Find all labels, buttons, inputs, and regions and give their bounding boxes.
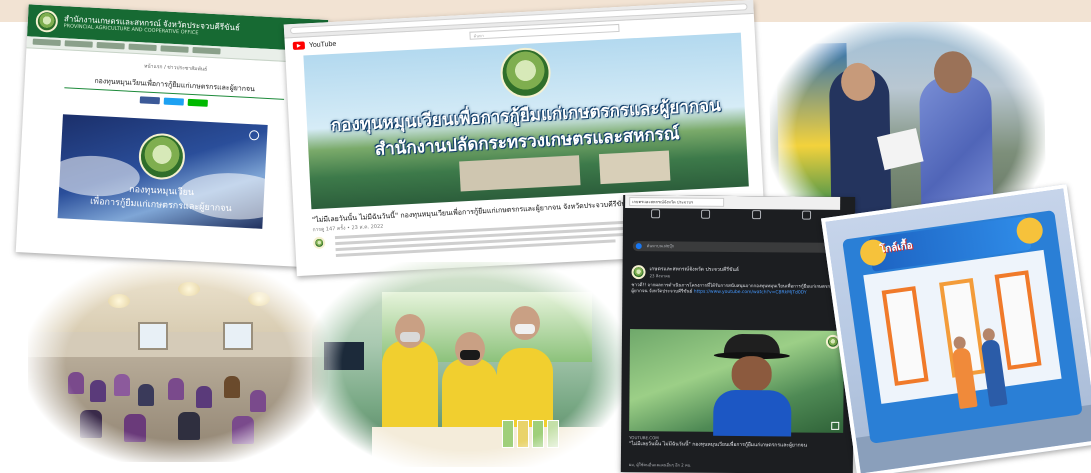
post-date: 23 สิงหาคม [649, 273, 671, 279]
fund-seal-icon [137, 132, 187, 181]
channel-avatar-icon [312, 236, 326, 250]
page-avatar-icon [631, 265, 646, 280]
home-icon [651, 209, 661, 219]
facebook-post-screenshot: เกษตรและสหกรณ์จังหวัด ประจวบฯ ค้นหาบนเฟซ… [620, 194, 856, 473]
reactions-footer: ผม, ผู้ใช้คนอื่นและคนอื่นๆ อีก 2 คน [628, 462, 691, 468]
groups-icon [801, 210, 812, 220]
ministry-seal-icon [499, 46, 552, 100]
facebook-share-icon [139, 96, 161, 105]
link-source: YOUTUBE.COM [629, 435, 659, 441]
post-body: ชาวดี!! จากผลการดำเนินการโครงการที่ได้รั… [631, 283, 841, 296]
facebook-search-input: ค้นหาบนเฟซบุ๊ก [632, 241, 833, 253]
twitter-share-icon [163, 97, 184, 106]
tv-screen [324, 342, 364, 370]
post-link: https://www.youtube.com/watch?v=C8RkMjTd… [693, 289, 807, 296]
booth-staff-photo [312, 262, 622, 467]
market-icon [751, 210, 761, 220]
browser-tabs: เกษตรและสหกรณ์จังหวัด ประจวบฯ [625, 195, 841, 210]
watch-icon [701, 209, 711, 219]
website-screenshot: สำนักงานเกษตรและสหกรณ์ จังหวัดประจวบคีรี… [15, 4, 329, 268]
facebook-nav-icons [651, 209, 812, 220]
page-name: เกษตรและสหกรณ์จังหวัด ประจวบคีรีขันธ์ [649, 266, 739, 274]
youtube-brand: YouTube [308, 40, 337, 49]
youtube-video-frame: กองทุนหมุนเวียนเพื่อการกู้ยืมแก่เกษตรกรแ… [303, 32, 749, 210]
youtube-logo-icon [292, 41, 306, 51]
line-share-icon [187, 98, 208, 107]
ministry-seal-icon [35, 9, 59, 33]
photo-booth-frame-photo: โกล์เกื้อ [820, 184, 1091, 473]
meeting-room-photo [28, 262, 328, 462]
photo-collage: สำนักงานเกษตรและสหกรณ์ จังหวัดประจวบคีรี… [0, 0, 1091, 473]
projector-screen [223, 322, 253, 350]
link-caption: "ไม่มีเลยวันนั้น ไม่มีฉันวันนี้" กองทุนห… [629, 441, 808, 449]
facebook-post: เกษตรและสหกรณ์จังหวัด ประจวบคีรีขันธ์ 23… [628, 259, 850, 296]
fullscreen-icon [831, 421, 840, 430]
projector-screen [138, 322, 168, 350]
video-thumbnail [629, 329, 845, 437]
website-banner-image: กองทุนหมุนเวียน เพื่อการกู้ยืมแก่เกษตรกร… [48, 114, 291, 229]
display-table [372, 427, 602, 467]
small-logo-icon [248, 130, 260, 141]
browser-tab: เกษตรและสหกรณ์จังหวัด ประจวบฯ [629, 197, 725, 207]
